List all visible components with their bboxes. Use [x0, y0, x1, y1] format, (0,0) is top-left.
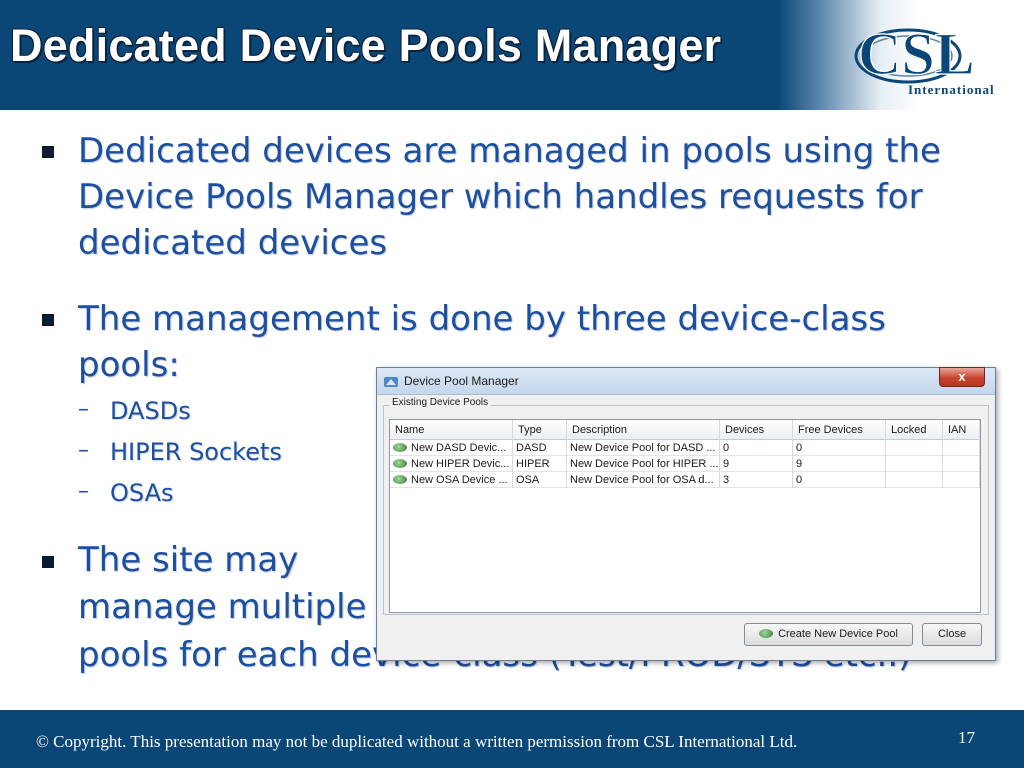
cell-name-text: New DASD Devic... [411, 442, 507, 454]
cell-free-devices: 0 [793, 440, 886, 456]
cell-name: New OSA Device ... [390, 472, 513, 488]
column-header-free-devices[interactable]: Free Devices [793, 420, 886, 440]
cell-ian [943, 456, 980, 472]
window-titlebar[interactable]: Device Pool Manager x [377, 367, 995, 395]
device-pool-icon [393, 475, 407, 484]
bullet-marker [42, 146, 54, 158]
device-pool-icon [759, 629, 774, 638]
column-header-description[interactable]: Description [567, 420, 720, 440]
sub-bullet-dash: – [78, 479, 89, 504]
cell-locked [886, 472, 943, 488]
column-header-locked[interactable]: Locked [886, 420, 943, 440]
cell-type: DASD [513, 440, 567, 456]
cell-devices: 0 [720, 440, 793, 456]
cell-description: New Device Pool for OSA d... [567, 472, 720, 488]
device-pool-manager-window: Device Pool Manager x Existing Device Po… [376, 367, 996, 661]
cell-type: OSA [513, 472, 567, 488]
device-pool-app-icon [384, 377, 398, 387]
table-row[interactable]: New DASD Devic... DASD New Device Pool f… [390, 440, 980, 456]
copyright-notice: © Copyright. This presentation may not b… [36, 732, 798, 751]
bullet-1-line-3: dedicated devices [78, 223, 388, 263]
device-pool-icon [393, 443, 407, 452]
column-header-type[interactable]: Type [513, 420, 567, 440]
device-pools-table[interactable]: Name Type Description Devices Free Devic… [389, 419, 981, 613]
bullet-3-line-1: The site may [78, 540, 299, 580]
sub-item-osas: OSAs [110, 479, 174, 507]
create-button-label: Create New Device Pool [778, 628, 898, 640]
sub-item-hiper-sockets: HIPER Sockets [110, 438, 282, 466]
table-row[interactable]: New HIPER Devic... HIPER New Device Pool… [390, 456, 980, 472]
cell-name: New HIPER Devic... [390, 456, 513, 472]
close-button[interactable]: Close [922, 623, 982, 646]
bullet-1-line-1: Dedicated devices are managed in pools u… [78, 131, 941, 171]
bullet-1-line-2: Device Pools Manager which handles reque… [78, 177, 923, 217]
cell-description: New Device Pool for DASD ... [567, 440, 720, 456]
slide-footer: © Copyright. This presentation may not b… [0, 710, 1024, 768]
window-close-button[interactable]: x [939, 367, 985, 387]
cell-name-text: New HIPER Devic... [411, 458, 510, 470]
cell-ian [943, 472, 980, 488]
table-header: Name Type Description Devices Free Devic… [390, 420, 980, 440]
page-number: 17 [958, 728, 975, 747]
sub-bullet-dash: – [78, 438, 89, 463]
window-title: Device Pool Manager [404, 374, 519, 388]
table-row[interactable]: New OSA Device ... OSA New Device Pool f… [390, 472, 980, 488]
device-pool-icon [393, 459, 407, 468]
column-header-devices[interactable]: Devices [720, 420, 793, 440]
cell-locked [886, 440, 943, 456]
cell-devices: 9 [720, 456, 793, 472]
bullet-3-line-2: manage multiple [78, 587, 367, 627]
cell-description: New Device Pool for HIPER ... [567, 456, 720, 472]
cell-free-devices: 9 [793, 456, 886, 472]
column-header-ian[interactable]: IAN [943, 420, 980, 440]
cell-devices: 3 [720, 472, 793, 488]
group-label: Existing Device Pools [389, 397, 492, 408]
bullet-2-line-1: The management is done by three device-c… [78, 299, 886, 339]
sub-item-dasds: DASDs [110, 397, 191, 425]
cell-type: HIPER [513, 456, 567, 472]
cell-ian [943, 440, 980, 456]
bullet-2-line-2: pools: [78, 345, 180, 385]
sub-bullet-dash: – [78, 397, 89, 422]
cell-name: New DASD Devic... [390, 440, 513, 456]
bullet-marker [42, 314, 54, 326]
cell-name-text: New OSA Device ... [411, 474, 508, 486]
cell-locked [886, 456, 943, 472]
column-header-name[interactable]: Name [390, 420, 513, 440]
cell-free-devices: 0 [793, 472, 886, 488]
create-new-device-pool-button[interactable]: Create New Device Pool [744, 623, 913, 646]
bullet-marker [42, 556, 54, 568]
